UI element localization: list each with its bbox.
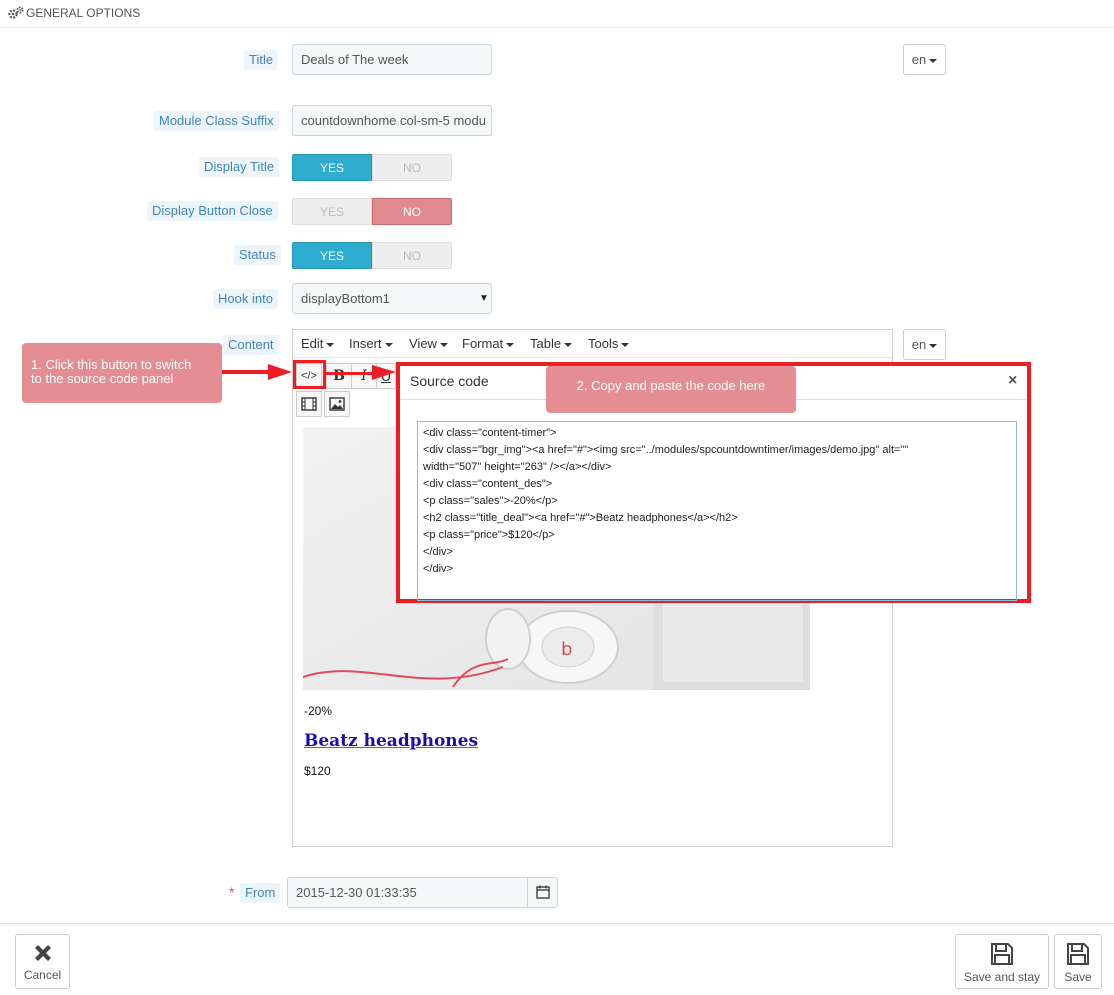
from-label: From: [240, 883, 281, 903]
cancel-label: Cancel: [23, 968, 62, 982]
arrow-to-dialog: [326, 365, 396, 380]
save-label: Save: [1064, 970, 1092, 984]
save-and-stay-button[interactable]: Save and stay: [955, 934, 1049, 989]
required-asterisk: *: [229, 884, 235, 900]
calendar-icon: [535, 885, 550, 899]
annotation-arrows: [222, 364, 396, 380]
arrow-to-source-button: [222, 364, 292, 380]
from-date-input[interactable]: 2015-12-30 01:33:35: [287, 877, 529, 908]
floppy-disk-icon: [1067, 943, 1089, 965]
save-and-stay-label: Save and stay: [963, 970, 1041, 984]
cancel-x-icon: [34, 945, 51, 961]
floppy-disk-icon: [991, 943, 1013, 965]
calendar-button[interactable]: [527, 877, 558, 908]
panel-footer: Cancel Save and stay Save: [0, 923, 1114, 995]
save-button[interactable]: Save: [1054, 934, 1102, 989]
cancel-button[interactable]: Cancel: [15, 934, 70, 989]
